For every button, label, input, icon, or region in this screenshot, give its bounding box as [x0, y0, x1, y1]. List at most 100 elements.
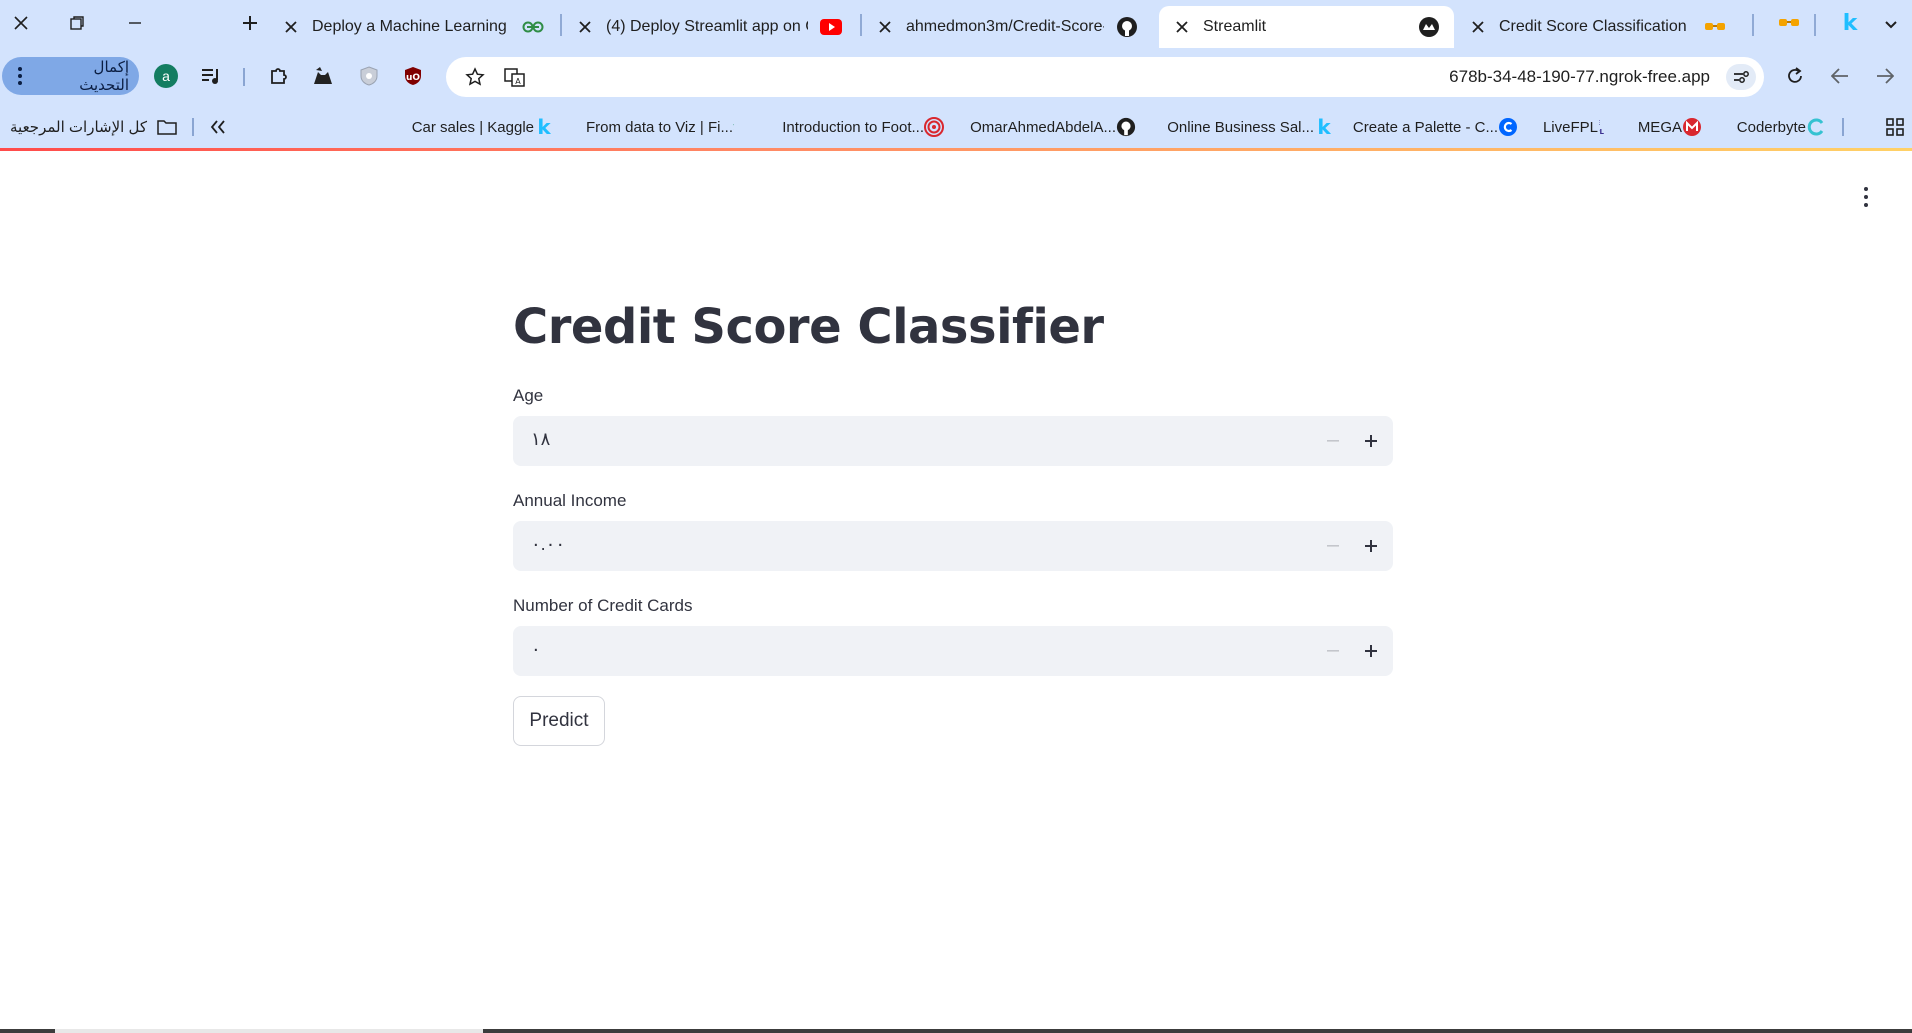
increment-icon[interactable]: [1359, 429, 1383, 453]
bookmark-coolors[interactable]: Create a Palette - C...: [1353, 114, 1528, 140]
bookmark-github-omar[interactable]: OmarAhmedAbdelA...: [970, 114, 1146, 140]
extension-cat-icon[interactable]: [310, 63, 336, 89]
tab-deploy-ml-model[interactable]: Deploy a Machine Learning Mo: [268, 6, 558, 48]
predict-button[interactable]: Predict: [513, 696, 605, 746]
bookmark-separator: [1842, 118, 1844, 136]
url-text[interactable]: 678b-34-48-190-77.ngrok-free.app: [1449, 67, 1710, 87]
restore-window-icon[interactable]: [62, 8, 92, 38]
bookmark-online-business[interactable]: k Online Business Sal...: [1167, 114, 1344, 140]
livefpl-icon: LIVEFPL: [1598, 117, 1618, 137]
tab-github-repo[interactable]: ahmedmon3m/Credit-Score-Cl: [862, 6, 1152, 48]
bookmark-label: OmarAhmedAbdelA...: [970, 118, 1116, 136]
bookmark-separator: [192, 118, 194, 136]
svg-text:A: A: [515, 77, 521, 86]
bookmark-car-sales[interactable]: k Car sales | Kaggle: [412, 114, 564, 140]
tab-separator: [1814, 14, 1816, 36]
geeksforgeeks-icon: [522, 16, 544, 38]
age-input[interactable]: ١٨: [513, 416, 1393, 466]
kaggle-tab-icon[interactable]: k: [1835, 8, 1865, 38]
minimize-window-icon[interactable]: [120, 8, 150, 38]
close-tab-icon[interactable]: [282, 18, 300, 36]
tab-strip: k Credit Score Classification Proje Stre…: [0, 0, 1912, 48]
bookmark-label: MEGA: [1637, 118, 1682, 136]
decrement-icon[interactable]: [1321, 639, 1345, 663]
bookmark-label: Car sales | Kaggle: [411, 118, 534, 136]
profile-button[interactable]: a: [153, 63, 179, 89]
privacy-shield-icon[interactable]: [356, 63, 382, 89]
forward-arrow-icon[interactable]: [1872, 63, 1898, 89]
tab-youtube-video[interactable]: (4) Deploy Streamlit app on Go: [562, 6, 856, 48]
kaggle-glasses-tab-icon[interactable]: [1774, 8, 1804, 38]
media-control-icon[interactable]: [198, 63, 224, 89]
tab-credit-score-project[interactable]: Credit Score Classification Proje: [1455, 6, 1740, 48]
folder-icon: [157, 119, 177, 135]
svg-text:LIVE: LIVE: [1599, 119, 1600, 127]
back-arrow-icon[interactable]: [1827, 63, 1853, 89]
tab-title: (4) Deploy Streamlit app on Go: [606, 18, 808, 35]
taskbar-edge: [0, 1029, 1912, 1033]
increment-icon[interactable]: [1359, 534, 1383, 558]
main-menu-icon[interactable]: [1854, 185, 1878, 209]
svg-text:FPL: FPL: [1599, 128, 1605, 136]
bookmark-coderbyte[interactable]: Coderbyte: [1737, 114, 1836, 140]
close-tab-icon[interactable]: [576, 18, 594, 36]
decrement-icon[interactable]: [1321, 534, 1345, 558]
site-info-icon[interactable]: [1726, 64, 1756, 90]
credit-cards-input[interactable]: ٠: [513, 626, 1393, 676]
coderbyte-icon: [1806, 117, 1826, 137]
update-label: إكمال التحديث: [79, 59, 129, 94]
page-title: Credit Score Classifier: [513, 299, 1104, 355]
more-bookmarks-chevron-icon[interactable]: [210, 114, 226, 140]
close-tab-icon[interactable]: [1469, 18, 1487, 36]
annual-income-value[interactable]: ٠.٠٠: [531, 534, 565, 555]
bookmark-intro-football[interactable]: Introduction to Foot...: [782, 114, 954, 140]
github-icon: [1116, 117, 1136, 137]
age-value[interactable]: ١٨: [531, 429, 550, 450]
bookmark-star-icon[interactable]: [462, 64, 488, 90]
toolbar-separator: [243, 68, 245, 86]
annual-income-input[interactable]: ٠.٠٠: [513, 521, 1393, 571]
tab-streamlit[interactable]: Streamlit: [1159, 6, 1454, 48]
bookmark-label: Coderbyte: [1736, 118, 1806, 136]
all-bookmarks-label: كل الإشارات المرجعية: [10, 119, 147, 136]
tab-title: Streamlit: [1203, 18, 1267, 35]
age-label: Age: [513, 386, 544, 405]
svg-text:uO: uO: [406, 73, 420, 83]
tab-title: ahmedmon3m/Credit-Score-Cl: [906, 18, 1104, 35]
reload-icon[interactable]: [1782, 63, 1808, 89]
bookmark-label: Introduction to Foot...: [782, 118, 924, 136]
svg-text:Vz: Vz: [733, 120, 734, 135]
kaggle-icon: k: [1317, 115, 1331, 139]
all-bookmarks-button[interactable]: كل الإشارات المرجعية: [10, 114, 177, 140]
youtube-icon: [820, 16, 842, 38]
streamlit-app: Credit Score Classifier Age ١٨ Annual In…: [0, 151, 1912, 1029]
avatar: a: [154, 64, 178, 88]
more-vert-icon: [12, 67, 28, 85]
bookmark-label: Online Business Sal...: [1167, 118, 1314, 136]
close-tab-icon[interactable]: [1173, 18, 1191, 36]
mega-icon: [1682, 117, 1702, 137]
github-icon: [1116, 16, 1138, 38]
tab-separator: [1752, 14, 1754, 36]
apps-grid-icon[interactable]: [1880, 114, 1904, 140]
address-bar[interactable]: A 678b-34-48-190-77.ngrok-free.app: [446, 57, 1764, 97]
update-browser-button[interactable]: إكمال التحديث: [2, 57, 139, 95]
close-tab-icon[interactable]: [876, 18, 894, 36]
new-tab-button[interactable]: [235, 8, 265, 38]
bookmark-mega[interactable]: MEGA: [1638, 114, 1712, 140]
close-window-icon[interactable]: [6, 8, 36, 38]
decrement-icon[interactable]: [1321, 429, 1345, 453]
extensions-puzzle-icon[interactable]: [266, 63, 292, 89]
increment-icon[interactable]: [1359, 639, 1383, 663]
ublock-origin-icon[interactable]: uO: [400, 63, 426, 89]
kaggle-icon: k: [537, 115, 551, 139]
bookmark-label: From data to Viz | Fi...: [586, 118, 733, 136]
browser-toolbar: إكمال التحديث a uO A 678b-34-48-190-77.n…: [0, 48, 1912, 106]
credit-cards-value[interactable]: ٠: [531, 639, 541, 660]
tab-title: Deploy a Machine Learning Mo: [312, 18, 510, 35]
bookmark-data-to-viz[interactable]: Vz From data to Viz | Fi...: [586, 114, 763, 140]
translate-icon[interactable]: A: [502, 64, 528, 90]
tab-title: Credit Score Classification Proje: [1499, 18, 1692, 35]
tab-search-chevron-icon[interactable]: [1876, 9, 1906, 39]
bookmark-livefpl[interactable]: LIVEFPL LiveFPL: [1543, 114, 1628, 140]
